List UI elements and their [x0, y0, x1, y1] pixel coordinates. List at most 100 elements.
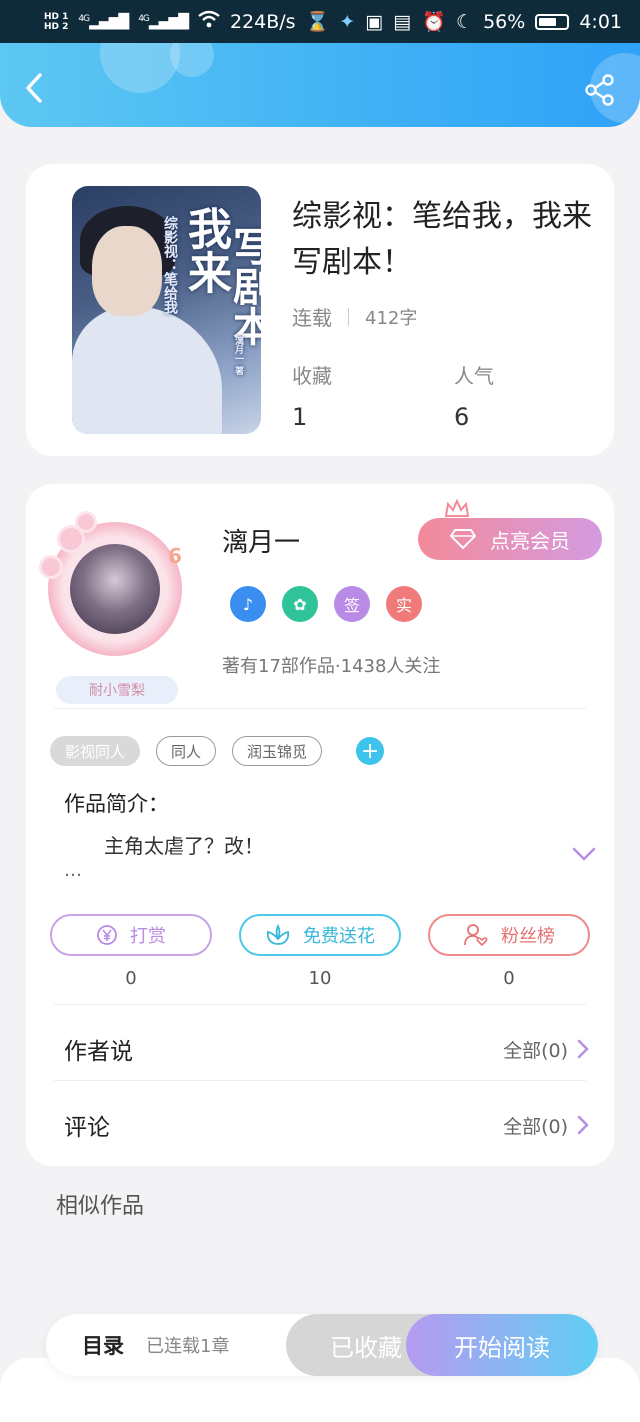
header-bubble-small: [170, 43, 214, 77]
divider: [54, 1004, 586, 1005]
author-name[interactable]: 漓月一: [222, 522, 300, 559]
bottom-action-bar: 目录 已连载1章 已收藏 开始阅读: [46, 1314, 598, 1376]
author-says-all: 全部(0): [503, 1039, 568, 1062]
header-bubble: [100, 43, 180, 93]
hd2-label: HD 2: [44, 21, 69, 32]
serial-status: 已连载1章: [146, 1336, 230, 1357]
favorites-stat: 收藏 1: [292, 360, 332, 431]
cover-subtitle: 综影视：笔给我: [162, 216, 178, 314]
add-tag-button[interactable]: +: [356, 737, 385, 765]
handshake-badge-icon[interactable]: ✿: [282, 586, 318, 622]
fan-icon: [464, 924, 488, 947]
header-bar: [0, 43, 640, 127]
alarm-icon: ⏰: [422, 11, 447, 33]
book-info-card: 综影视：笔给我 我来 写剧本 漓月一 著 综影视：笔给我，我来写剧本！ 连载 4…: [26, 164, 614, 456]
chevron-right-icon: [577, 1115, 589, 1135]
wifi-icon: [198, 10, 220, 33]
popularity-label: 人气: [454, 364, 494, 388]
back-button[interactable]: [18, 71, 52, 105]
flower-icon: [266, 924, 290, 945]
fans-label: 粉丝榜: [501, 926, 555, 947]
vip-button[interactable]: 点亮会员: [418, 518, 602, 560]
hourglass-icon: ⌛: [305, 11, 330, 33]
action-buttons: 打赏 0 免费送花 10 粉丝榜 0: [50, 914, 590, 989]
cleaner-icon: ✦: [339, 10, 356, 33]
signal-icon: 4G▂▄▆█: [78, 13, 129, 30]
cover-title-1: 我来: [180, 206, 231, 294]
fans-count: 0: [503, 968, 515, 989]
moon-icon: ☾: [456, 10, 474, 33]
reward-label: 打赏: [130, 926, 166, 947]
flower-label: 免费送花: [303, 926, 375, 947]
chevron-right-icon: [577, 1039, 589, 1059]
share-icon: [585, 74, 614, 106]
intro-title: 作品简介：: [64, 792, 169, 816]
hd1-label: HD 1: [44, 11, 69, 22]
cover-title-2: 写剧本: [226, 226, 261, 346]
toc-button[interactable]: 目录: [46, 1330, 124, 1360]
reward-button[interactable]: 打赏: [50, 914, 212, 956]
net1-label: 4G: [78, 13, 90, 24]
hd-indicator: HD 1 HD 2: [44, 12, 68, 32]
status-bar: HD 1 HD 2 4G▂▄▆█ 4G▂▄▆█ 224B/s ⌛ ✦ ▣ ▤ ⏰…: [0, 0, 640, 43]
book-status: 连载: [292, 306, 332, 330]
tag-item[interactable]: 影视同人: [50, 736, 141, 766]
fans-ranking-button[interactable]: 粉丝榜: [428, 914, 590, 956]
avatar-pendant-label: 耐小雪梨: [56, 676, 178, 704]
signal-icon-2: 4G▂▄▆█: [138, 13, 189, 30]
popularity-stat: 人气 6: [454, 360, 494, 431]
book-title: 综影视：笔给我，我来写剧本！: [292, 199, 592, 280]
cover-figure-face: [92, 226, 162, 316]
word-count: 412字: [365, 307, 418, 329]
start-reading-button[interactable]: 开始阅读: [406, 1314, 598, 1376]
similar-works-title: 相似作品: [56, 1194, 145, 1219]
flower-decoration-icon: [78, 514, 94, 530]
battery-icon: [535, 13, 570, 30]
cover-figure-robe: [72, 306, 222, 434]
book-cover[interactable]: 综影视：笔给我 我来 写剧本 漓月一 著: [72, 186, 261, 434]
diamond-icon: [450, 529, 476, 550]
favorites-value: 1: [292, 403, 308, 431]
flower-count: 10: [308, 968, 332, 989]
clock: 4:01: [579, 10, 622, 33]
intro-ellipsis: …: [64, 860, 82, 881]
favorites-label: 收藏: [292, 364, 332, 388]
author-avatar[interactable]: 6: [40, 514, 190, 664]
vip-button-label: 点亮会员: [490, 528, 570, 553]
avatar-image: [70, 544, 160, 634]
fans-action: 粉丝榜 0: [428, 914, 590, 989]
chevron-left-icon: [26, 73, 42, 103]
author-badges: ♪ ✿ 签 实: [230, 586, 422, 622]
popularity-value: 6: [454, 403, 470, 431]
meta-divider: [348, 307, 349, 326]
expand-intro-button[interactable]: [572, 846, 596, 866]
sign-badge-icon[interactable]: 签: [334, 586, 370, 622]
comments-row[interactable]: 评论 全部(0): [64, 1108, 590, 1142]
tag-item[interactable]: 润玉锦觅: [232, 736, 323, 766]
intro-text: 主角太虐了？改！: [104, 834, 264, 858]
network-speed: 224B/s: [229, 10, 296, 33]
net2-label: 4G: [138, 13, 150, 24]
flower-decoration-icon: [60, 528, 82, 550]
realname-badge-icon[interactable]: 实: [386, 586, 422, 622]
app-notification-icon: ▤: [393, 10, 412, 33]
comments-all: 全部(0): [503, 1115, 568, 1138]
battery-percent: 56%: [483, 10, 526, 33]
tag-list: 影视同人 同人 润玉锦觅 +: [50, 736, 385, 766]
divider: [54, 708, 586, 709]
share-button[interactable]: [584, 73, 618, 107]
calendar-icon: ▣: [365, 10, 384, 33]
reward-count: 0: [125, 968, 137, 989]
author-says-title: 作者说: [64, 1039, 133, 1065]
tag-item[interactable]: 同人: [156, 736, 217, 766]
chevron-down-icon: [572, 847, 596, 861]
send-flower-button[interactable]: 免费送花: [239, 914, 401, 956]
music-badge-icon[interactable]: ♪: [230, 586, 266, 622]
book-meta: 连载 412字: [292, 302, 417, 331]
author-says-row[interactable]: 作者说 全部(0): [64, 1032, 590, 1066]
author-works-line: 著有17部作品·1438人关注: [222, 656, 441, 677]
reward-action: 打赏 0: [50, 914, 212, 989]
flower-decoration-icon: [42, 558, 60, 576]
cover-author: 漓月一 著: [233, 336, 243, 376]
yuan-icon: [97, 925, 117, 945]
